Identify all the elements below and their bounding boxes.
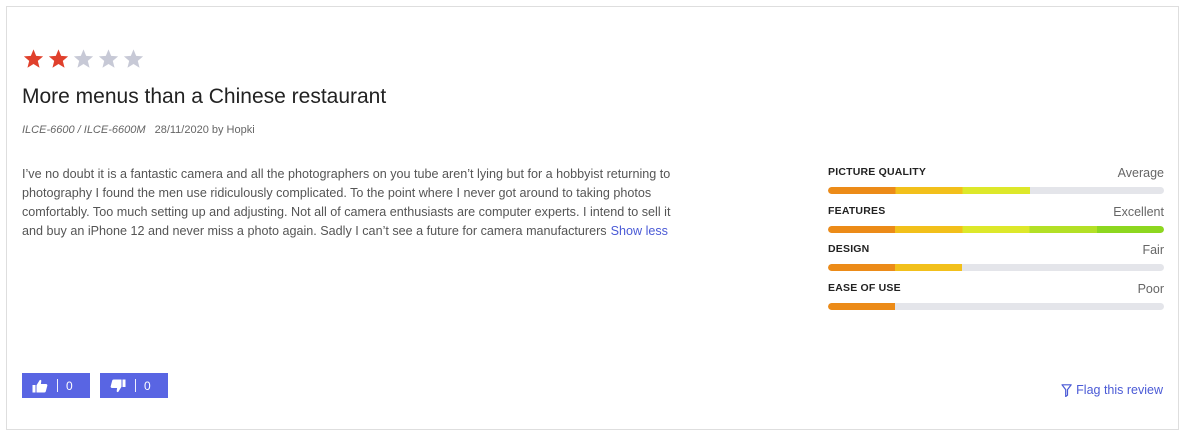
rating-label: DESIGN bbox=[828, 243, 870, 255]
rating-label: FEATURES bbox=[828, 204, 886, 217]
flag-icon bbox=[1061, 383, 1072, 397]
rating-bar bbox=[828, 187, 1164, 194]
review-body-text: I’ve no doubt it is a fantastic camera a… bbox=[22, 167, 671, 238]
review-card: More menus than a Chinese restaurant ILC… bbox=[6, 6, 1179, 430]
rating-row-design: DESIGN Fair bbox=[828, 243, 1164, 282]
rating-bar bbox=[828, 264, 1164, 271]
thumbs-up-icon bbox=[32, 379, 48, 392]
rating-bar-fill bbox=[828, 264, 963, 271]
review-date-author: 28/11/2020 by Hopki bbox=[154, 124, 255, 136]
vote-divider bbox=[135, 379, 136, 392]
unhelpful-count: 0 bbox=[144, 378, 151, 393]
flag-review-label: Flag this review bbox=[1076, 383, 1163, 397]
rating-bar-fill bbox=[828, 187, 1030, 194]
rating-value: Poor bbox=[1137, 281, 1164, 296]
ratings-panel: PICTURE QUALITY Average FEATURES Excelle… bbox=[828, 166, 1164, 320]
flag-review-link[interactable]: Flag this review bbox=[1061, 383, 1163, 397]
helpful-count: 0 bbox=[66, 378, 73, 393]
star-filled-icon bbox=[48, 49, 69, 68]
review-meta: ILCE-6600 / ILCE-6600M 28/11/2020 by Hop… bbox=[22, 124, 255, 136]
vote-divider bbox=[57, 379, 58, 392]
star-filled-icon bbox=[23, 49, 44, 68]
star-empty-icon bbox=[98, 49, 119, 68]
rating-label: EASE OF USE bbox=[828, 281, 901, 294]
review-body: I’ve no doubt it is a fantastic camera a… bbox=[22, 165, 682, 241]
thumbs-down-icon bbox=[110, 379, 126, 392]
rating-label: PICTURE QUALITY bbox=[828, 166, 927, 178]
rating-bar bbox=[828, 225, 1164, 233]
product-model: ILCE-6600 / ILCE-6600M bbox=[22, 124, 146, 136]
rating-value: Fair bbox=[1142, 243, 1164, 257]
helpful-vote-button[interactable]: 0 bbox=[22, 373, 90, 398]
rating-value: Average bbox=[1117, 166, 1164, 180]
star-rating bbox=[22, 48, 145, 70]
review-title: More menus than a Chinese restaurant bbox=[22, 85, 387, 108]
rating-bar-fill bbox=[828, 302, 896, 310]
rating-row-ease-of-use: EASE OF USE Poor bbox=[828, 282, 1164, 321]
rating-value: Excellent bbox=[1113, 204, 1164, 219]
rating-row-features: FEATURES Excellent bbox=[828, 205, 1164, 244]
star-empty-icon bbox=[73, 49, 94, 68]
star-empty-icon bbox=[123, 49, 144, 68]
unhelpful-vote-button[interactable]: 0 bbox=[100, 373, 168, 398]
show-less-link[interactable]: Show less bbox=[611, 224, 668, 238]
rating-bar bbox=[828, 302, 1164, 310]
rating-row-picture-quality: PICTURE QUALITY Average bbox=[828, 166, 1164, 205]
rating-bar-fill bbox=[828, 225, 1164, 233]
